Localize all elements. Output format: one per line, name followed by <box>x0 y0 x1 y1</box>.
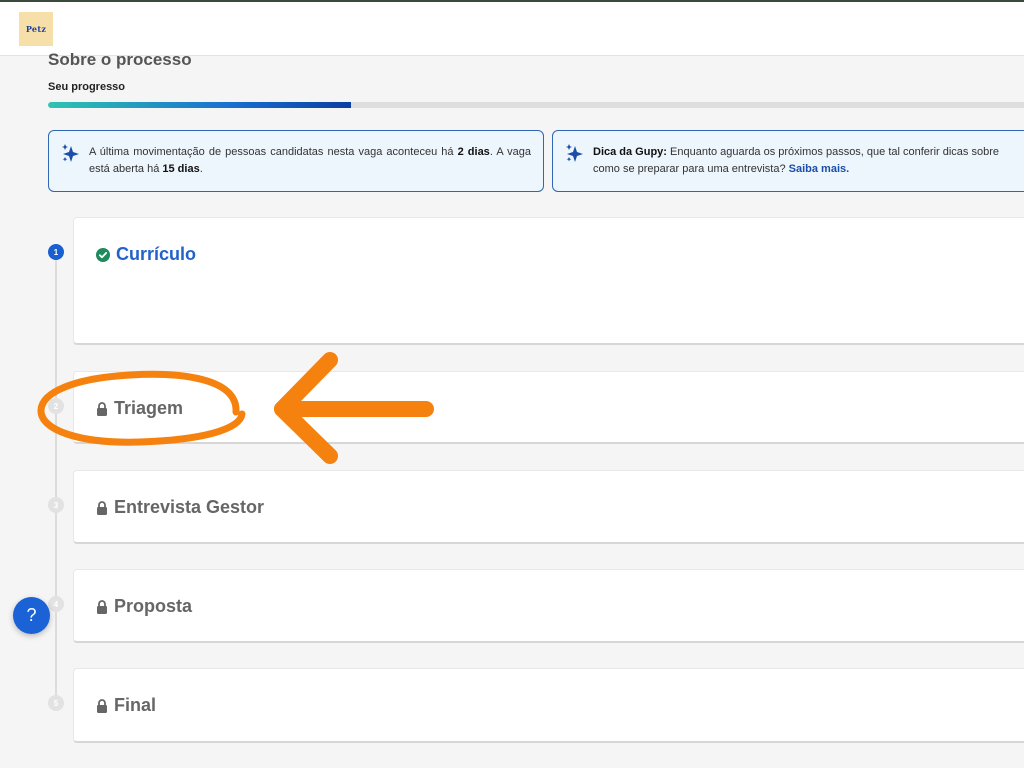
step-card-entrevista-gestor[interactable]: Entrevista Gestor <box>73 470 1024 544</box>
info-text: . <box>199 163 203 175</box>
step-number-4: 4 <box>48 596 64 612</box>
step-number-1: 1 <box>48 244 64 260</box>
info-bold-open-days: 15 dias <box>162 163 200 175</box>
step-title-entrevista-gestor: Entrevista Gestor <box>96 497 264 518</box>
info-last-activity: A última movimentação de pessoas candida… <box>48 130 544 192</box>
lock-icon <box>97 698 107 713</box>
step-label: Proposta <box>114 596 193 616</box>
help-button[interactable]: ? <box>13 597 50 634</box>
tip-heading: Dica da Gupy: <box>593 146 667 158</box>
progress-label: Seu progresso <box>48 81 126 93</box>
info-bold-days: 2 dias <box>457 146 490 158</box>
step-number-5: 5 <box>48 695 64 711</box>
step-card-curriculo[interactable]: Currículo <box>73 217 1024 345</box>
step-card-proposta[interactable]: Proposta <box>73 569 1024 643</box>
header: Petz <box>0 2 1024 56</box>
step-title-final: Final <box>96 695 156 716</box>
check-circle-icon <box>96 247 110 262</box>
petz-logo[interactable]: Petz <box>19 12 53 46</box>
step-card-final[interactable]: Final <box>73 668 1024 743</box>
step-label: Currículo <box>116 244 197 264</box>
timeline-line <box>55 258 57 708</box>
step-title-triagem: Triagem <box>96 398 183 419</box>
step-label: Final <box>114 695 157 715</box>
saiba-mais-link[interactable]: Saiba mais. <box>789 163 850 175</box>
step-number-3: 3 <box>48 497 64 513</box>
page-title: Sobre o processo <box>48 50 192 69</box>
lock-icon <box>97 500 107 515</box>
sparkle-icon <box>566 144 583 162</box>
info-text: A última movimentação de pessoas candida… <box>89 146 458 158</box>
step-title-proposta: Proposta <box>96 596 192 617</box>
lock-icon <box>97 599 107 614</box>
lock-icon <box>97 401 107 416</box>
sparkle-icon <box>62 144 79 162</box>
info-gupy-tip: Dica da Gupy: Enquanto aguarda os próxim… <box>552 130 1024 192</box>
step-title-curriculo: Currículo <box>96 244 196 265</box>
step-label: Triagem <box>114 398 184 418</box>
step-label: Entrevista Gestor <box>114 497 265 517</box>
step-number-2: 2 <box>48 398 64 414</box>
progress-bar <box>48 102 1024 108</box>
step-card-triagem[interactable]: Triagem <box>73 371 1024 444</box>
progress-fill <box>48 102 351 108</box>
